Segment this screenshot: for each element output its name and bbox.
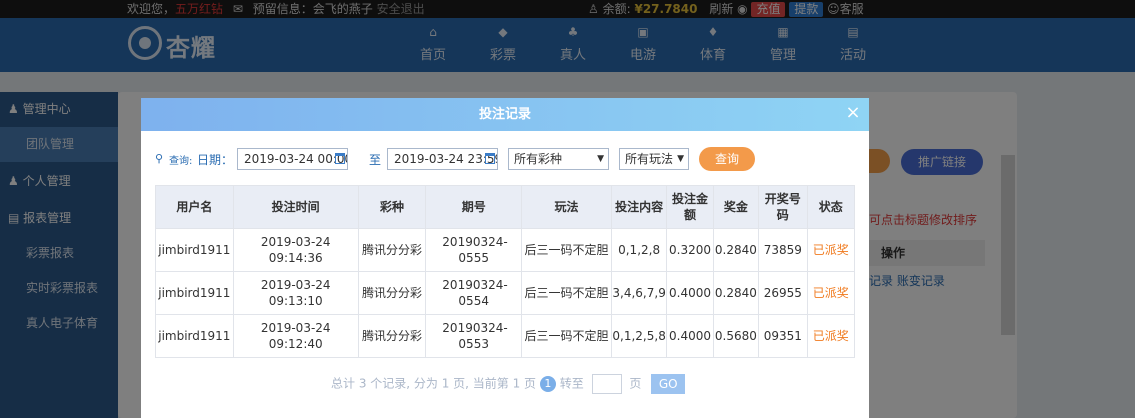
cell-username: jimbird1911 — [155, 314, 234, 358]
table-header-row: 用户名 投注时间 彩种 期号 玩法 投注内容 投注金额 奖金 开奖号码 状态 — [155, 185, 856, 229]
start-date-input[interactable]: 2019-03-24 00:00 — [237, 148, 348, 170]
cell-amount: 0.3200 — [666, 228, 714, 272]
pager-current-page[interactable]: 1 — [539, 376, 556, 392]
pager-summary: 总计 3 个记录, 分为 1 页, 当前第 1 页 — [331, 376, 537, 391]
go-button[interactable]: GO — [651, 374, 686, 394]
start-date-value: 2019-03-24 00:00 — [244, 152, 348, 166]
cell-amount: 0.4000 — [666, 314, 714, 358]
col-issue[interactable]: 期号 — [425, 185, 523, 229]
calendar-icon[interactable] — [485, 153, 495, 164]
col-lottery[interactable]: 彩种 — [357, 185, 427, 229]
cell-play: 后三一码不定胆 — [521, 271, 612, 315]
col-play[interactable]: 玩法 — [521, 185, 612, 229]
date-label: 日期： — [197, 153, 234, 167]
bet-records-table: 用户名 投注时间 彩种 期号 玩法 投注内容 投注金额 奖金 开奖号码 状态 j… — [155, 185, 856, 358]
modal-title: 投注记录 — [141, 98, 869, 131]
cell-lottery: 腾讯分分彩 — [357, 271, 427, 315]
chevron-down-icon: ▼ — [677, 154, 684, 164]
cell-prize: 0.5680 — [712, 314, 760, 358]
col-amount[interactable]: 投注金额 — [666, 185, 714, 229]
cell-status: 已派奖 — [806, 271, 856, 315]
page-number-input[interactable] — [591, 374, 622, 394]
cell-username: jimbird1911 — [155, 271, 234, 315]
pagination: 总计 3 个记录, 分为 1 页, 当前第 1 页 1 转至 页 GO — [331, 374, 686, 394]
cell-prize: 0.2840 — [712, 271, 760, 315]
cell-lottery: 腾讯分分彩 — [357, 314, 427, 358]
table-row[interactable]: jimbird1911 2019-03-24 09:13:10 腾讯分分彩 20… — [155, 271, 856, 315]
end-date-value: 2019-03-24 23:59 — [394, 152, 498, 166]
cell-content: 0,1,2,5,8 — [610, 314, 668, 358]
cell-issue: 20190324-0555 — [425, 228, 523, 272]
cell-username: jimbird1911 — [155, 228, 234, 272]
search-button[interactable]: 查询 — [699, 147, 755, 171]
cell-issue: 20190324-0554 — [425, 271, 523, 315]
cell-bet-time: 2019-03-24 09:13:10 — [232, 271, 359, 315]
col-prize[interactable]: 奖金 — [712, 185, 760, 229]
col-draw-number[interactable]: 开奖号码 — [758, 185, 808, 229]
col-bet-time[interactable]: 投注时间 — [232, 185, 359, 229]
cell-lottery: 腾讯分分彩 — [357, 228, 427, 272]
cell-play: 后三一码不定胆 — [521, 314, 612, 358]
chevron-down-icon: ▼ — [597, 154, 604, 164]
cell-amount: 0.4000 — [666, 271, 714, 315]
table-row[interactable]: jimbird1911 2019-03-24 09:14:36 腾讯分分彩 20… — [155, 228, 856, 272]
cell-content: 3,4,6,7,9 — [610, 271, 668, 315]
cell-content: 0,1,2,8 — [610, 228, 668, 272]
table-row[interactable]: jimbird1911 2019-03-24 09:12:40 腾讯分分彩 20… — [155, 314, 856, 358]
calendar-icon[interactable] — [335, 153, 345, 164]
cell-play: 后三一码不定胆 — [521, 228, 612, 272]
search-icon: ⚲ — [155, 152, 164, 165]
cell-draw-number: 09351 — [758, 314, 808, 358]
bet-records-modal: 投注记录 × ⚲ 查询: 日期： 2019-03-24 00:00 至 2019… — [141, 98, 869, 418]
cell-prize: 0.2840 — [712, 228, 760, 272]
cell-draw-number: 26955 — [758, 271, 808, 315]
lottery-select-value: 所有彩种 — [514, 152, 563, 166]
cell-issue: 20190324-0553 — [425, 314, 523, 358]
close-icon[interactable]: × — [843, 102, 863, 124]
col-username[interactable]: 用户名 — [155, 185, 234, 229]
col-status[interactable]: 状态 — [806, 185, 856, 229]
pager-page-unit: 页 — [629, 376, 642, 391]
play-select-value: 所有玩法 — [625, 152, 674, 166]
lottery-select[interactable]: 所有彩种 ▼ — [508, 148, 609, 170]
cell-status: 已派奖 — [806, 228, 856, 272]
play-select[interactable]: 所有玩法 ▼ — [619, 148, 689, 170]
to-label: 至 — [369, 153, 382, 167]
query-bar: ⚲ 查询: 日期： 2019-03-24 00:00 至 2019-03-24 … — [155, 147, 855, 171]
query-label: 查询: — [169, 156, 193, 167]
end-date-input[interactable]: 2019-03-24 23:59 — [387, 148, 498, 170]
cell-draw-number: 73859 — [758, 228, 808, 272]
cell-status: 已派奖 — [806, 314, 856, 358]
cell-bet-time: 2019-03-24 09:14:36 — [232, 228, 359, 272]
pager-goto-label: 转至 — [559, 376, 584, 391]
col-content[interactable]: 投注内容 — [610, 185, 668, 229]
cell-bet-time: 2019-03-24 09:12:40 — [232, 314, 359, 358]
